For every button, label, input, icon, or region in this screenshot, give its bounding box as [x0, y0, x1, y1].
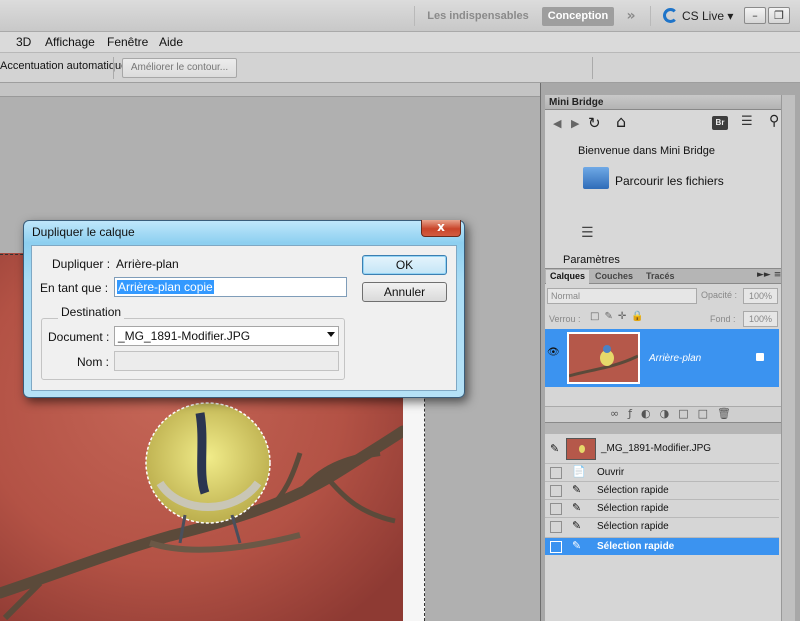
dialog-title: Dupliquer le calque [32, 225, 135, 239]
layer-thumbnail [567, 332, 640, 384]
browse-files-icon[interactable] [583, 167, 609, 189]
quick-selection-icon: ✎ [572, 501, 582, 514]
name-label: Nom : [77, 355, 110, 369]
chevron-down-icon[interactable] [327, 332, 335, 337]
back-icon[interactable]: ◀ [553, 117, 561, 130]
open-icon: 📄 [572, 465, 586, 478]
menu-list-icon[interactable]: ☰ [741, 114, 753, 129]
history-snapshot[interactable]: _MG_1891-Modifier.JPG [601, 443, 711, 454]
bridge-icon[interactable]: Br [712, 116, 728, 130]
quick-selection-icon: ✎ [572, 483, 582, 496]
brush-icon: ✎ [550, 442, 560, 455]
as-label: En tant que : [40, 281, 109, 295]
menu-3d[interactable]: 3D [16, 35, 31, 49]
as-name-value[interactable]: Arrière-plan copie [117, 280, 214, 294]
history-checkbox[interactable] [550, 541, 562, 553]
history-header [545, 422, 795, 434]
tab-paths[interactable]: Tracés [642, 270, 679, 284]
cancel-button[interactable]: Annuler [362, 282, 447, 302]
layer-actions-icons[interactable]: ∞ƒ◐◑□□🗑 [610, 407, 740, 420]
menu-fenetre[interactable]: Fenêtre [107, 35, 148, 49]
destination-legend: Destination [58, 305, 125, 319]
history-checkbox[interactable] [550, 503, 562, 515]
ok-button[interactable]: OK [362, 255, 447, 275]
home-icon[interactable]: ⌂ [616, 112, 626, 131]
snapshot-thumbnail [566, 438, 596, 460]
history-row[interactable]: ✎ Sélection rapide [545, 481, 779, 499]
tab-layers[interactable]: Calques [546, 270, 590, 284]
fill-field[interactable]: 100% [743, 311, 778, 327]
cs-live-label: CS Live ▾ [682, 9, 734, 23]
history-item: Sélection rapide [597, 521, 669, 532]
panel-menu-icon[interactable]: ►► ≡ [757, 270, 781, 280]
workspace-design-button[interactable]: Conception [542, 7, 614, 26]
lock-icons[interactable]: □✎✛🔒 [590, 311, 649, 322]
history-item: Ouvrir [597, 467, 625, 478]
mini-bridge-welcome: Bienvenue dans Mini Bridge [578, 145, 715, 157]
auto-enhance-option[interactable]: Accentuation automatique [0, 60, 127, 72]
refine-edge-button[interactable]: Améliorer le contour... [122, 58, 237, 78]
browse-files-link[interactable]: Parcourir les fichiers [615, 174, 724, 188]
cs-live-menu[interactable]: CS Live ▾ [663, 6, 739, 26]
history-checkbox[interactable] [550, 467, 562, 479]
settings-link[interactable]: Paramètres [563, 254, 620, 266]
visibility-eye-icon[interactable]: 👁 [547, 347, 563, 361]
history-checkbox[interactable] [550, 485, 562, 497]
duplicate-value: Arrière-plan [116, 257, 179, 271]
history-item: Sélection rapide [597, 485, 669, 496]
menu-aide[interactable]: Aide [159, 35, 183, 49]
cs-live-icon [663, 8, 678, 23]
lock-label: Verrou : [549, 314, 581, 324]
history-item: Sélection rapide [597, 503, 669, 514]
history-row[interactable]: ✎ Sélection rapide [545, 517, 779, 535]
opacity-field[interactable]: 100% [743, 288, 778, 304]
fill-label: Fond : [710, 314, 736, 324]
more-workspaces-button[interactable]: » [621, 6, 641, 26]
workspace-essentials-button[interactable]: Les indispensables [422, 7, 534, 26]
menu-affichage[interactable]: Affichage [45, 35, 95, 49]
divider [113, 57, 114, 79]
close-button[interactable]: x [421, 220, 461, 237]
divider [592, 57, 593, 79]
options-bar: Accentuation automatique Améliorer le co… [0, 53, 800, 83]
mini-bridge-tab[interactable]: Mini Bridge [549, 97, 603, 108]
mini-bridge-panel [545, 110, 795, 268]
minimize-button[interactable]: – [744, 7, 766, 24]
history-row[interactable]: ✎ Sélection rapide [545, 499, 779, 517]
divider [414, 6, 415, 26]
layer-name[interactable]: Arrière-plan [649, 353, 701, 364]
settings-icon[interactable]: ☰ [581, 225, 594, 241]
panel-scrollbar[interactable] [781, 95, 795, 621]
history-checkbox[interactable] [550, 521, 562, 533]
history-row-selected[interactable]: ✎ Sélection rapide [545, 537, 779, 555]
document-label: Document : [48, 330, 110, 344]
history-item: Sélection rapide [597, 541, 675, 552]
tab-channels[interactable]: Couches [591, 270, 637, 284]
lock-icon [756, 353, 764, 361]
search-icon[interactable]: ⚲ [769, 113, 779, 129]
document-select[interactable]: _MG_1891-Modifier.JPG [114, 326, 339, 346]
name-field [114, 351, 339, 371]
sync-icon[interactable]: ↻ [588, 114, 601, 132]
duplicate-label: Dupliquer : [52, 257, 111, 271]
quick-selection-icon: ✎ [572, 519, 582, 532]
quick-selection-icon: ✎ [572, 539, 582, 552]
history-row[interactable]: 📄 Ouvrir [545, 463, 779, 481]
divider [650, 6, 651, 26]
blend-mode-select[interactable]: Normal [547, 288, 697, 304]
restore-button[interactable]: ❐ [768, 7, 790, 24]
forward-icon[interactable]: ▶ [571, 117, 579, 130]
opacity-label: Opacité : [701, 290, 738, 300]
document-tab-strip [0, 83, 540, 97]
